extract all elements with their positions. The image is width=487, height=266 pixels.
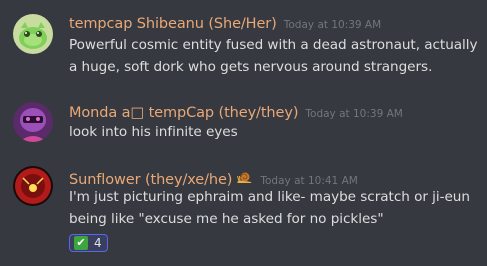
message-item: Sunflower (they/xe/he) Today at 10:41 AM… bbox=[0, 155, 487, 266]
message-header: Monda a□ tempCap (they/they) Today at 10… bbox=[69, 105, 403, 121]
message-item: Monda a□ tempCap (they/they) Today at 10… bbox=[0, 90, 487, 155]
message-line: I'm just picturing ephraim and like- may… bbox=[69, 189, 470, 205]
avatar[interactable] bbox=[13, 14, 53, 54]
timestamp[interactable]: Today at 10:41 AM bbox=[260, 175, 357, 187]
avatar[interactable] bbox=[13, 102, 53, 142]
timestamp[interactable]: Today at 10:39 AM bbox=[305, 108, 402, 120]
reaction-count: 4 bbox=[94, 236, 102, 250]
message-header: tempcap Shibeanu (She/Her) Today at 10:3… bbox=[69, 16, 381, 32]
username[interactable]: Sunflower (they/xe/he) bbox=[69, 172, 232, 188]
message-line: Powerful cosmic entity fused with a dead… bbox=[69, 37, 478, 53]
timestamp[interactable]: Today at 10:39 AM bbox=[284, 19, 381, 31]
username[interactable]: Monda a□ tempCap (they/they) bbox=[69, 105, 298, 121]
message-header: Sunflower (they/xe/he) Today at 10:41 AM bbox=[69, 169, 358, 188]
avatar[interactable] bbox=[13, 166, 53, 206]
purple-character-avatar-icon bbox=[13, 102, 53, 142]
message-line: a huge, soft dork who gets nervous aroun… bbox=[69, 58, 433, 75]
message-line: being like "excuse me he asked for no pi… bbox=[69, 210, 384, 227]
red-circle-avatar-icon bbox=[13, 166, 53, 206]
check-mark-icon: ✔ bbox=[74, 236, 88, 250]
reaction-button[interactable]: ✔ 4 bbox=[69, 234, 108, 252]
snail-icon bbox=[236, 169, 253, 183]
message-item: tempcap Shibeanu (She/Her) Today at 10:3… bbox=[0, 0, 487, 90]
message-line: look into his infinite eyes bbox=[69, 124, 238, 140]
username[interactable]: tempcap Shibeanu (She/Her) bbox=[69, 16, 277, 32]
message-content: Powerful cosmic entity fused with a dead… bbox=[69, 35, 479, 78]
message-content: I'm just picturing ephraim and like- may… bbox=[69, 187, 479, 230]
green-creature-avatar-icon bbox=[13, 14, 53, 54]
message-content: look into his infinite eyes bbox=[69, 122, 479, 144]
